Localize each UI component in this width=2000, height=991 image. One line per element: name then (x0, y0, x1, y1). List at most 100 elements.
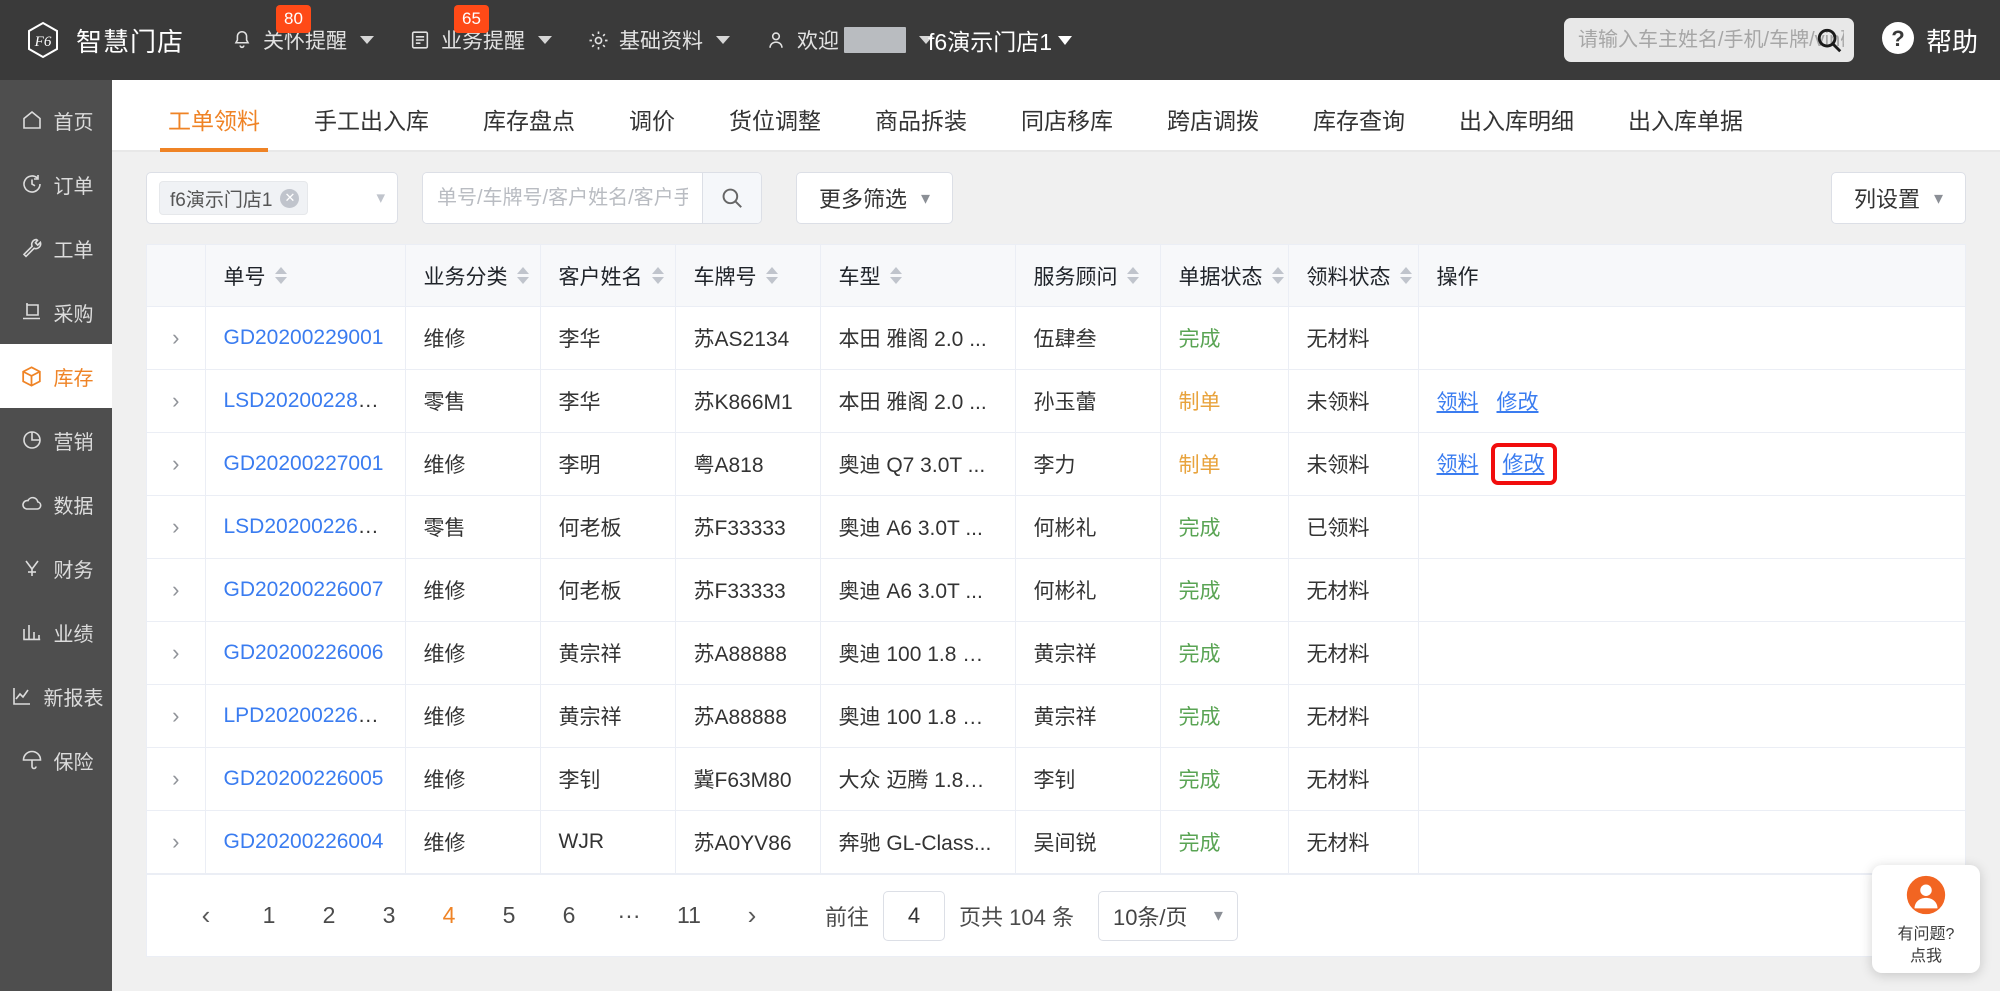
sort-icon[interactable] (651, 267, 664, 284)
th-pick-status[interactable]: 领料状态 (1288, 244, 1419, 307)
sidebar-item-performance[interactable]: 业绩 (0, 600, 112, 664)
row-expand-icon[interactable]: › (147, 810, 206, 874)
cell-order-no-text[interactable]: GD20200226004 (224, 830, 384, 853)
th-model[interactable]: 车型 (820, 244, 1016, 307)
th-order-no[interactable]: 单号 (205, 244, 406, 307)
sidebar-item-new-report[interactable]: 新报表 (0, 664, 112, 728)
edit-link[interactable]: 修改 (1503, 453, 1545, 476)
prev-page-button[interactable]: ‹ (187, 897, 225, 935)
cell-order-no-text[interactable]: GD20200226005 (224, 767, 384, 790)
sidebar-item-home[interactable]: 首页 (0, 88, 112, 152)
sidebar-item-inventory[interactable]: 库存 (0, 344, 112, 408)
th-plate[interactable]: 车牌号 (675, 244, 821, 307)
page-button-6[interactable]: 6 (550, 897, 588, 935)
page-button-2[interactable]: 2 (310, 897, 348, 935)
nav-basic-data[interactable]: 基础资料 (586, 25, 731, 55)
tab-inout-document[interactable]: 出入库单据 (1606, 102, 1765, 150)
nav-user-welcome[interactable]: 欢迎 (764, 25, 934, 55)
column-setting-button[interactable]: 列设置 ▾ (1830, 172, 1966, 224)
cell-order-no-text[interactable]: GD20200229001 (224, 326, 384, 349)
sort-icon[interactable] (889, 267, 902, 284)
cell-order-no[interactable]: GD20200229001 (205, 306, 406, 370)
page-button-4[interactable]: 4 (430, 897, 468, 935)
cell-customer-text: 李华 (558, 328, 601, 351)
sort-icon[interactable] (1271, 267, 1284, 284)
pick-material-link[interactable]: 领料 (1437, 453, 1479, 476)
page-button-3[interactable]: 3 (370, 897, 408, 935)
tab-price-adjust[interactable]: 调价 (607, 102, 697, 150)
tab-inout-detail[interactable]: 出入库明细 (1437, 102, 1596, 150)
row-expand-icon[interactable]: › (147, 684, 206, 748)
row-expand-icon[interactable]: › (147, 432, 206, 496)
tab-cross-store-transfer[interactable]: 跨店调拨 (1145, 102, 1281, 150)
edit-link[interactable]: 修改 (1497, 391, 1539, 414)
cell-order-no[interactable]: GD20200226007 (205, 558, 406, 622)
sort-icon[interactable] (1126, 267, 1139, 284)
tab-same-store-transfer[interactable]: 同店移库 (999, 102, 1135, 150)
row-expand-icon[interactable]: › (147, 558, 206, 622)
row-expand-icon[interactable]: › (147, 747, 206, 811)
keyword-search-input[interactable] (423, 173, 703, 223)
cell-order-no-text[interactable]: GD20200226006 (224, 641, 384, 664)
page-button-11[interactable]: 11 (670, 897, 708, 935)
cell-order-no[interactable]: GD20200226004 (205, 810, 406, 874)
tab-location-adjust[interactable]: 货位调整 (707, 102, 843, 150)
tab-stock-query[interactable]: 库存查询 (1291, 102, 1427, 150)
sidebar-item-finance[interactable]: 财务 (0, 536, 112, 600)
tab-work-order-picking[interactable]: 工单领料 (146, 102, 282, 152)
cell-order-no[interactable]: LSD20200226001 (205, 495, 406, 559)
tab-stock-count[interactable]: 库存盘点 (461, 102, 597, 150)
row-expand-icon[interactable]: › (147, 369, 206, 433)
sort-icon[interactable] (274, 267, 287, 284)
th-advisor[interactable]: 服务顾问 (1015, 244, 1161, 307)
cell-order-no[interactable]: GD20200226005 (205, 747, 406, 811)
search-icon[interactable] (1814, 25, 1844, 60)
chat-widget[interactable]: 有问题? 点我 (1872, 865, 1980, 973)
goto-page-input[interactable] (883, 890, 946, 941)
page-ellipsis[interactable]: ··· (610, 897, 648, 935)
next-page-button[interactable]: › (733, 897, 771, 935)
sidebar-item-purchase[interactable]: 采购 (0, 280, 112, 344)
global-search-input[interactable] (1577, 28, 1844, 52)
brand[interactable]: F6 智慧门店 (22, 19, 184, 61)
cell-order-no[interactable]: GD20200227001 (205, 432, 406, 496)
th-customer[interactable]: 客户姓名 (540, 244, 676, 307)
cell-order-no[interactable]: LPD20200226001 (205, 684, 406, 748)
page-button-1[interactable]: 1 (250, 897, 288, 935)
sidebar-item-insurance[interactable]: 保险 (0, 728, 112, 792)
nav-care-reminder[interactable]: 关怀提醒 80 (230, 5, 375, 55)
page-size-select[interactable]: 10条/页 ▾ (1097, 890, 1238, 941)
tab-product-assembly[interactable]: 商品拆装 (853, 102, 989, 150)
store-filter-select[interactable]: f6演示门店1 ✕ ▾ (146, 172, 398, 224)
sort-icon[interactable] (1399, 267, 1412, 284)
sidebar-item-workorder[interactable]: 工单 (0, 216, 112, 280)
th-doc-status[interactable]: 单据状态 (1160, 244, 1289, 307)
cell-order-no-text[interactable]: LPD20200226001 (224, 704, 393, 727)
cell-order-no[interactable]: LSD20200228001 (205, 369, 406, 433)
cell-order-no[interactable]: GD20200226006 (205, 621, 406, 685)
cell-order-no-text[interactable]: LSD20200226001 (224, 515, 393, 538)
row-expand-icon[interactable]: › (147, 495, 206, 559)
tab-manual-inout[interactable]: 手工出入库 (292, 102, 451, 150)
row-expand-icon[interactable]: › (147, 621, 206, 685)
sidebar: 首页 订单 工单 采购 库存 营销 数据 财务 业绩 新报表 保险 (0, 80, 112, 991)
sidebar-item-data[interactable]: 数据 (0, 472, 112, 536)
th-category[interactable]: 业务分类 (405, 244, 541, 307)
sidebar-item-orders[interactable]: 订单 (0, 152, 112, 216)
help-button[interactable]: ? 帮助 (1880, 20, 1978, 61)
page-button-5[interactable]: 5 (490, 897, 528, 935)
store-switcher[interactable]: f6演示门店1 (928, 23, 1072, 57)
pick-material-link[interactable]: 领料 (1437, 391, 1479, 414)
global-search[interactable] (1563, 18, 1854, 62)
sort-icon[interactable] (765, 267, 778, 284)
more-filter-button[interactable]: 更多筛选 ▾ (796, 172, 954, 224)
cell-order-no-text[interactable]: GD20200226007 (224, 578, 384, 601)
nav-business-reminder[interactable]: 业务提醒 65 (408, 5, 553, 55)
cell-order-no-text[interactable]: GD20200227001 (224, 452, 384, 475)
close-icon[interactable]: ✕ (280, 188, 300, 208)
sort-icon[interactable] (516, 267, 529, 284)
keyword-search-button[interactable] (702, 173, 761, 223)
sidebar-item-marketing[interactable]: 营销 (0, 408, 112, 472)
cell-order-no-text[interactable]: LSD20200228001 (224, 389, 393, 412)
row-expand-icon[interactable]: › (147, 306, 206, 370)
